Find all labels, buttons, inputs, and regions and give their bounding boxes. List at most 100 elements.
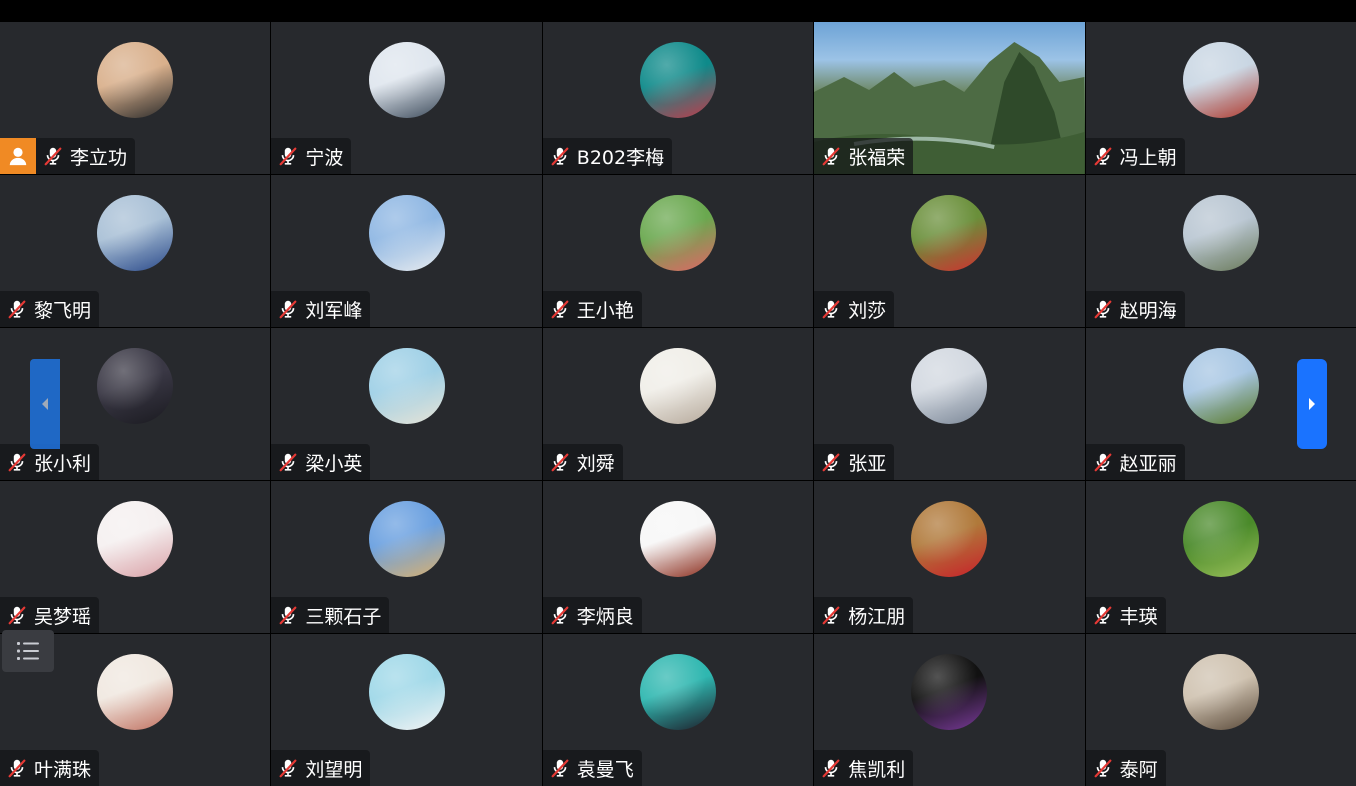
- participant-tile[interactable]: 吴梦瑶: [0, 481, 271, 633]
- avatar: [97, 42, 174, 118]
- mic-muted-icon: [6, 298, 28, 320]
- participant-tile[interactable]: 泰阿: [1085, 634, 1356, 786]
- avatar: [639, 42, 716, 118]
- avatar: [1182, 348, 1259, 424]
- avatar: [911, 195, 988, 271]
- avatar: [639, 195, 716, 271]
- participant-tile[interactable]: 李立功: [0, 22, 271, 174]
- name-tag: 焦凯利: [814, 750, 914, 786]
- participant-name: 刘莎: [848, 299, 887, 322]
- avatar: [97, 195, 174, 271]
- participant-tile[interactable]: 杨江朋: [814, 481, 1085, 633]
- participant-tile[interactable]: 袁曼飞: [542, 634, 814, 786]
- participant-name: 焦凯利: [848, 758, 906, 781]
- mic-muted-icon: [1092, 451, 1114, 473]
- mic-muted-icon: [6, 451, 28, 473]
- participant-tile[interactable]: 丰瑛: [1085, 481, 1356, 633]
- next-page-button[interactable]: [1297, 359, 1327, 449]
- name-tag: 张小利: [0, 444, 100, 480]
- avatar: [911, 348, 988, 424]
- name-tag: 刘望明: [271, 750, 371, 786]
- mic-muted-icon: [277, 298, 299, 320]
- name-tag: 李炳良: [542, 597, 642, 633]
- mic-muted-icon: [277, 145, 299, 167]
- participant-tile[interactable]: 张亚: [814, 328, 1085, 480]
- chevron-left-icon: [42, 398, 48, 410]
- mic-muted-icon: [549, 145, 571, 167]
- name-tag: B202李梅: [542, 138, 673, 174]
- mic-muted-icon: [1092, 298, 1114, 320]
- participant-list-button[interactable]: [2, 630, 54, 672]
- avatar: [97, 501, 174, 577]
- host-icon: [0, 138, 36, 174]
- mic-muted-icon: [820, 604, 842, 626]
- mic-muted-icon: [549, 604, 571, 626]
- participant-tile[interactable]: 赵明海: [1085, 175, 1356, 327]
- name-tag: 三颗石子: [271, 597, 390, 633]
- participant-name: 王小艳: [576, 299, 634, 322]
- mic-muted-icon: [549, 757, 571, 779]
- participant-tile[interactable]: 梁小英: [271, 328, 542, 480]
- mic-muted-icon: [820, 451, 842, 473]
- avatar: [1182, 654, 1259, 730]
- participant-tile[interactable]: 刘军峰: [271, 175, 542, 327]
- avatar: [1182, 195, 1259, 271]
- avatar: [1182, 42, 1259, 118]
- avatar: [911, 501, 988, 577]
- participant-tile[interactable]: 宁波: [271, 22, 542, 174]
- mic-muted-icon: [549, 298, 571, 320]
- participant-name: 宁波: [305, 146, 344, 169]
- avatar: [1182, 501, 1259, 577]
- participant-tile[interactable]: B202李梅: [542, 22, 814, 174]
- participant-name: 赵亚丽: [1119, 452, 1177, 475]
- name-tag: 袁曼飞: [542, 750, 642, 786]
- mic-muted-icon: [42, 145, 64, 167]
- participant-name: 叶满珠: [34, 758, 92, 781]
- mic-muted-icon: [6, 604, 28, 626]
- avatar: [97, 348, 174, 424]
- list-icon: [17, 642, 39, 660]
- participant-tile[interactable]: 刘舜: [542, 328, 814, 480]
- avatar: [368, 501, 445, 577]
- participant-grid: 李立功 宁波 B202李梅 张福荣 冯上朝黎飞明 刘军峰 王小艳 刘莎 赵明海张小利 梁小英 刘舜 张…: [0, 22, 1356, 786]
- mic-muted-icon: [277, 451, 299, 473]
- participant-tile[interactable]: 张福荣: [814, 22, 1085, 174]
- prev-page-button[interactable]: [30, 359, 60, 449]
- name-tag: 赵亚丽: [1085, 444, 1185, 480]
- name-tag: 叶满珠: [0, 750, 100, 786]
- participant-name: 冯上朝: [1119, 146, 1177, 169]
- participant-name: 袁曼飞: [576, 758, 634, 781]
- participant-tile[interactable]: 三颗石子: [271, 481, 542, 633]
- top-bar: [0, 0, 1356, 22]
- participant-name: 梁小英: [305, 452, 363, 475]
- avatar: [639, 348, 716, 424]
- mic-muted-icon: [1092, 145, 1114, 167]
- participant-tile[interactable]: 王小艳: [542, 175, 814, 327]
- participant-tile[interactable]: 刘望明: [271, 634, 542, 786]
- participant-tile[interactable]: 刘莎: [814, 175, 1085, 327]
- mic-muted-icon: [549, 451, 571, 473]
- avatar: [368, 348, 445, 424]
- name-tag: 杨江朋: [814, 597, 914, 633]
- participant-tile[interactable]: 李炳良: [542, 481, 814, 633]
- participant-tile[interactable]: 焦凯利: [814, 634, 1085, 786]
- mic-muted-icon: [277, 604, 299, 626]
- name-tag: 刘舜: [542, 444, 623, 480]
- participant-tile[interactable]: 冯上朝: [1085, 22, 1356, 174]
- participant-name: 李立功: [70, 146, 128, 169]
- mic-muted-icon: [1092, 604, 1114, 626]
- name-tag: 刘莎: [814, 291, 895, 327]
- participant-tile[interactable]: 黎飞明: [0, 175, 271, 327]
- name-tag: 吴梦瑶: [0, 597, 100, 633]
- name-tag: 宁波: [271, 138, 352, 174]
- mic-muted-icon: [820, 757, 842, 779]
- participant-name: 张小利: [34, 452, 92, 475]
- avatar: [368, 195, 445, 271]
- participant-name: 黎飞明: [34, 299, 92, 322]
- name-tag: 王小艳: [542, 291, 642, 327]
- name-tag: 刘军峰: [271, 291, 371, 327]
- participant-name: 三颗石子: [305, 605, 382, 628]
- mic-muted-icon: [1092, 757, 1114, 779]
- name-tag: 冯上朝: [1085, 138, 1185, 174]
- participant-name: 刘望明: [305, 758, 363, 781]
